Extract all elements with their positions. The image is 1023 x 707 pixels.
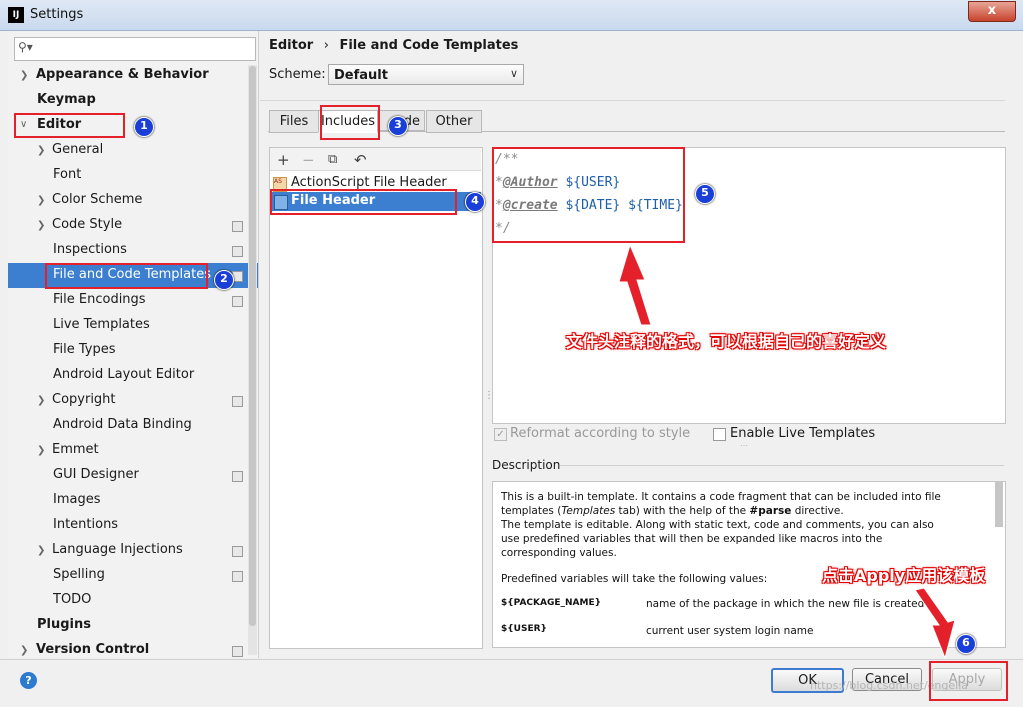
red-arrow-up xyxy=(618,243,652,326)
annotation-note-apply: 点击Apply应用该模板 xyxy=(822,566,986,585)
annotation-arrows xyxy=(618,243,956,660)
annotation-note-format: 文件头注释的格式，可以根据自己的喜好定义 xyxy=(566,332,887,351)
red-arrow-down xyxy=(914,587,956,660)
